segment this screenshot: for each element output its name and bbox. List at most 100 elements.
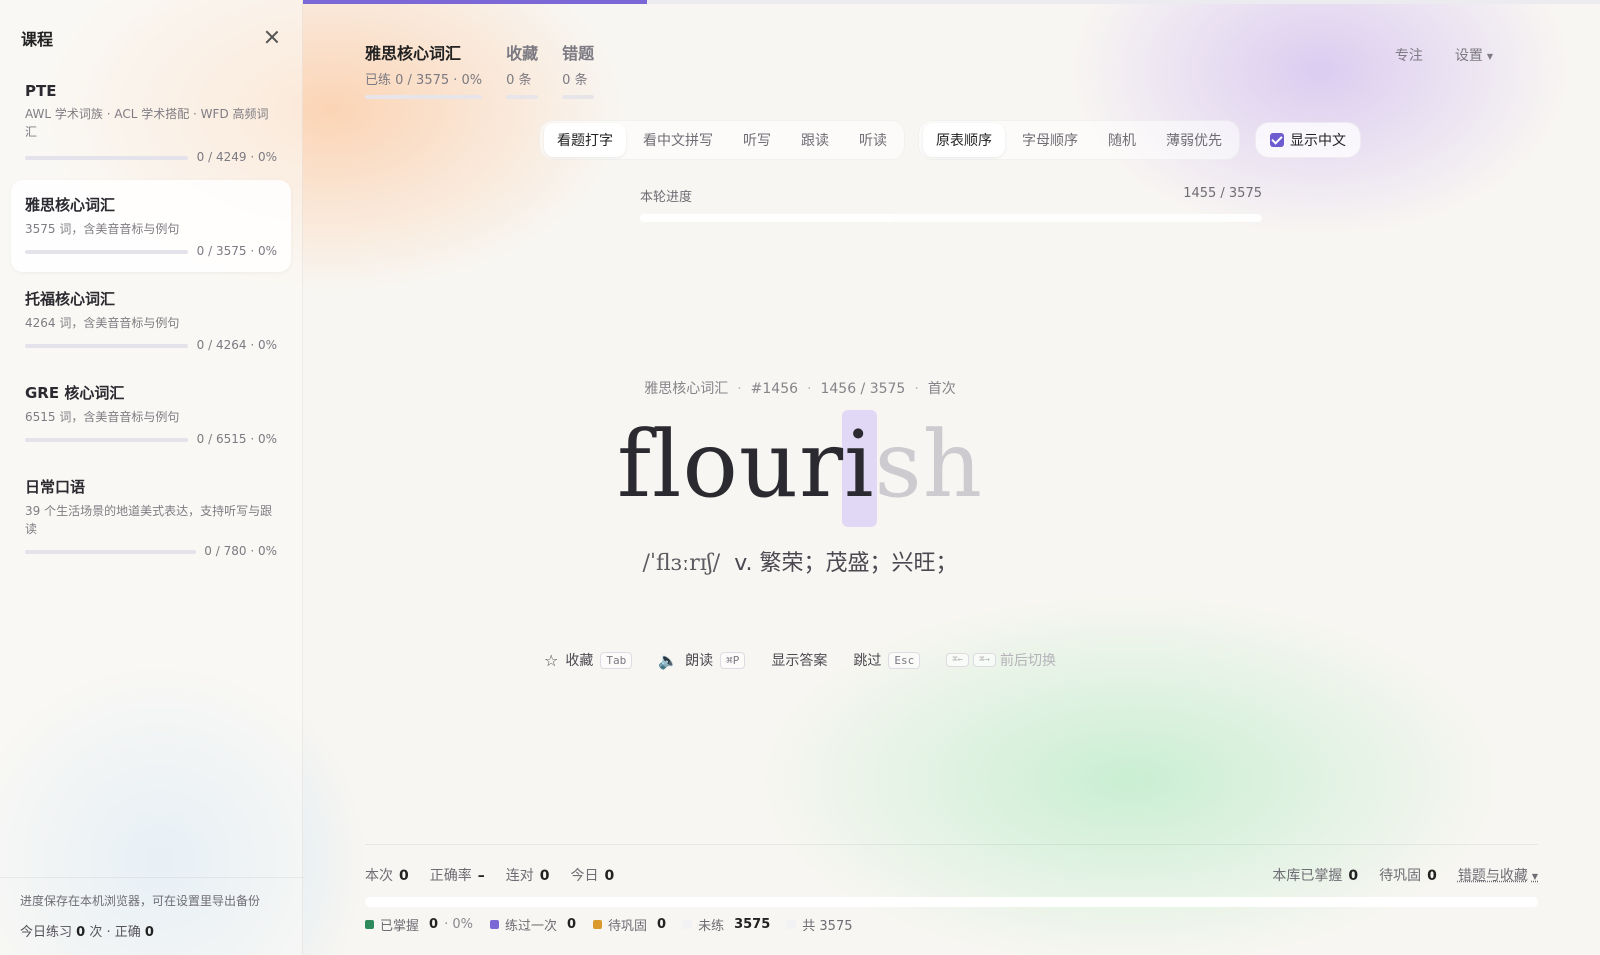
mode-cn-spell[interactable]: 看中文拼写 bbox=[630, 123, 726, 157]
settings-label: 设置 bbox=[1454, 48, 1483, 64]
checkbox-checked-icon bbox=[1270, 133, 1284, 147]
prev-next-hint: ⌘← ⌘→ 前后切换 bbox=[946, 650, 1056, 670]
order-original[interactable]: 原表顺序 bbox=[923, 123, 1005, 157]
today-summary: 今日练习 0 次 · 正确 0 bbox=[20, 921, 283, 940]
course-desc: AWL 学术词族 · ACL 学术搭配 · WFD 高频词汇 bbox=[25, 107, 269, 139]
course-progress-bar bbox=[25, 156, 188, 160]
today-mid: 次 · 正确 bbox=[89, 925, 141, 940]
tab-underline bbox=[365, 95, 483, 99]
course-stat: 0 / 4249 · 0% bbox=[196, 150, 277, 164]
settings-button[interactable]: 设置 ▼ bbox=[1455, 45, 1493, 65]
today-stat: 今日 0 bbox=[570, 868, 615, 884]
round-progress-fill bbox=[640, 214, 894, 222]
lesson-progress-fill bbox=[303, 0, 647, 4]
read-aloud-shortcut: ⌘P bbox=[720, 651, 746, 669]
legend-mastered: 已掌握 0 · 0% bbox=[365, 915, 473, 934]
library-progress-bar bbox=[365, 897, 1538, 907]
tab-label: 雅思核心词汇 bbox=[365, 44, 462, 63]
mode-dictation[interactable]: 听写 bbox=[730, 123, 784, 157]
tab-sub: 0 条 bbox=[562, 73, 588, 88]
course-progress-bar bbox=[25, 344, 188, 348]
course-desc: 4264 词，含美音音标与例句 bbox=[25, 316, 180, 330]
prev-shortcut: ⌘← bbox=[946, 653, 970, 667]
tab-underline bbox=[562, 95, 595, 99]
accuracy: 正确率 – bbox=[429, 868, 485, 884]
session-count: 本次 0 bbox=[365, 868, 409, 884]
round-progress: 本轮进度 1455 / 3575 bbox=[640, 186, 1262, 222]
storage-note: 进度保存在本机浏览器，可在设置里导出备份 bbox=[20, 894, 261, 908]
show-answer-button[interactable]: 显示答案 bbox=[771, 650, 827, 670]
speaker-icon: 🔈 bbox=[658, 650, 679, 670]
skip-shortcut: Esc bbox=[888, 651, 921, 669]
header-actions: 专注 设置 ▼ bbox=[1395, 45, 1493, 65]
unpracticed-swatch bbox=[683, 920, 693, 929]
close-icon[interactable] bbox=[263, 28, 281, 46]
course-stat: 0 / 4264 · 0% bbox=[196, 338, 277, 352]
phonetic: /ˈflɜːrɪʃ/ bbox=[642, 551, 721, 576]
mode-selector: 看题打字 看中文拼写 听写 跟读 听读 bbox=[539, 120, 905, 160]
order-alphabetical[interactable]: 字母顺序 bbox=[1009, 123, 1091, 157]
order-random[interactable]: 随机 bbox=[1095, 123, 1149, 157]
course-item-ielts[interactable]: 雅思核心词汇 3575 词，含美音音标与例句 0 / 3575 · 0% bbox=[11, 180, 291, 272]
tab-underline bbox=[506, 95, 539, 99]
lesson-progress-bar bbox=[303, 0, 1600, 4]
legend-review: 待巩固 0 bbox=[593, 915, 666, 934]
pending-letters: sh bbox=[874, 411, 983, 518]
tab-current-library[interactable]: 雅思核心词汇 已练 0 / 3575 · 0% bbox=[365, 40, 483, 99]
action-bar: ☆ 收藏 Tab 🔈 朗读 ⌘P 显示答案 跳过 Esc ⌘← ⌘→ 前后切换 bbox=[0, 650, 1600, 670]
course-name: 雅思核心词汇 bbox=[25, 196, 116, 214]
legend-unpracticed: 未练 3575 bbox=[683, 915, 770, 934]
course-item-toefl[interactable]: 托福核心词汇 4264 词，含美音音标与例句 0 / 4264 · 0% bbox=[11, 288, 291, 360]
word-status: 首次 bbox=[927, 381, 956, 397]
next-shortcut: ⌘→ bbox=[973, 653, 996, 667]
mastered-swatch bbox=[365, 920, 374, 929]
favorite-shortcut: Tab bbox=[600, 651, 633, 669]
read-aloud-label: 朗读 bbox=[685, 653, 714, 669]
focus-button[interactable]: 专注 bbox=[1395, 45, 1423, 65]
today-correct: 0 bbox=[144, 925, 154, 940]
tab-mistakes[interactable]: 错题 0 条 bbox=[562, 40, 595, 99]
once-swatch bbox=[489, 920, 499, 929]
current-letter: i bbox=[844, 411, 875, 518]
favorite-button[interactable]: ☆ 收藏 Tab bbox=[544, 650, 633, 670]
word-meta: 雅思核心词汇 · #1456 · 1456 / 3575 · 首次 bbox=[644, 381, 956, 397]
tab-sub: 已练 0 / 3575 · 0% bbox=[365, 73, 483, 88]
review-swatch bbox=[593, 920, 603, 929]
show-chinese-label: 显示中文 bbox=[1290, 133, 1346, 149]
legend-total: 共 3575 bbox=[787, 915, 853, 934]
tab-favorites[interactable]: 收藏 0 条 bbox=[506, 40, 539, 99]
tab-sub: 0 条 bbox=[506, 73, 532, 88]
skip-label: 跳过 bbox=[853, 653, 882, 669]
wrong-fav-dropdown[interactable]: 错题与收藏 ▼ bbox=[1458, 865, 1538, 885]
sidebar-header: 课程 bbox=[21, 26, 281, 50]
legend-once: 练过一次 0 bbox=[489, 915, 576, 934]
favorite-label: 收藏 bbox=[565, 653, 594, 669]
word-source: 雅思核心词汇 bbox=[644, 381, 729, 397]
total-swatch bbox=[787, 920, 797, 929]
read-aloud-button[interactable]: 🔈 朗读 ⌘P bbox=[658, 650, 746, 670]
course-progress-bar bbox=[25, 250, 188, 254]
word-position: 1456 / 3575 bbox=[820, 381, 906, 397]
word-display: flourish bbox=[0, 405, 1600, 525]
order-weak-first[interactable]: 薄弱优先 bbox=[1153, 123, 1235, 157]
star-icon: ☆ bbox=[544, 650, 559, 670]
mode-read-type[interactable]: 看题打字 bbox=[544, 123, 626, 157]
library-stats: 本库已掌握 0 待巩固 0 错题与收藏 ▼ bbox=[1272, 865, 1538, 885]
round-count: 1455 / 3575 bbox=[1183, 186, 1262, 201]
order-selector: 原表顺序 字母顺序 随机 薄弱优先 bbox=[918, 120, 1240, 160]
show-answer-label: 显示答案 bbox=[771, 653, 828, 669]
mode-shadow[interactable]: 跟读 bbox=[788, 123, 842, 157]
course-item-pte[interactable]: PTE AWL 学术词族 · ACL 学术搭配 · WFD 高频词汇 0 / 4… bbox=[11, 78, 291, 168]
progress-legend: 已掌握 0 · 0% 练过一次 0 待巩固 0 未练 3575 共 3575 bbox=[365, 915, 853, 934]
course-name: 托福核心词汇 bbox=[25, 290, 116, 308]
show-chinese-toggle[interactable]: 显示中文 bbox=[1255, 122, 1361, 158]
mode-listen[interactable]: 听读 bbox=[846, 123, 900, 157]
review-stat: 待巩固 0 bbox=[1379, 868, 1437, 884]
skip-button[interactable]: 跳过 Esc bbox=[853, 650, 921, 670]
sidebar-footer: 进度保存在本机浏览器，可在设置里导出备份 今日练习 0 次 · 正确 0 bbox=[0, 877, 303, 940]
course-name: PTE bbox=[25, 82, 57, 100]
practice-word[interactable]: flourish bbox=[617, 405, 983, 525]
sidebar-title: 课程 bbox=[21, 30, 54, 49]
round-label: 本轮进度 bbox=[640, 190, 693, 205]
typed-letters: flour bbox=[617, 411, 845, 518]
